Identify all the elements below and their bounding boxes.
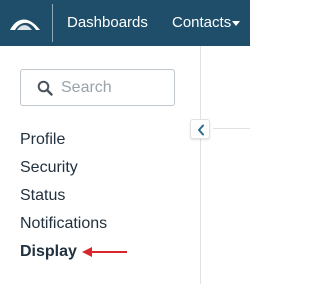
sidebar-item-status[interactable]: Status [20, 185, 65, 207]
sidebar-collapse-button[interactable] [190, 119, 210, 139]
chevron-left-icon [198, 124, 204, 136]
content-divider [213, 128, 250, 129]
chevron-down-icon[interactable] [232, 21, 240, 26]
sidebar-item-security[interactable]: Security [20, 157, 78, 179]
search-icon [37, 80, 53, 96]
brand-logo[interactable] [8, 8, 42, 38]
annotation-arrow-icon [80, 244, 128, 260]
nav-dashboards[interactable]: Dashboards [67, 13, 148, 33]
sidebar-border [200, 46, 201, 284]
sidebar-item-display[interactable]: Display [20, 241, 77, 263]
sidebar-item-profile[interactable]: Profile [20, 129, 65, 151]
search-box[interactable] [20, 69, 175, 106]
search-input[interactable] [61, 77, 169, 99]
top-navigation-bar: Dashboards Contacts [0, 0, 250, 46]
topbar-divider [52, 4, 53, 42]
nav-contacts[interactable]: Contacts [172, 13, 231, 33]
sidebar-item-notifications[interactable]: Notifications [20, 213, 107, 235]
